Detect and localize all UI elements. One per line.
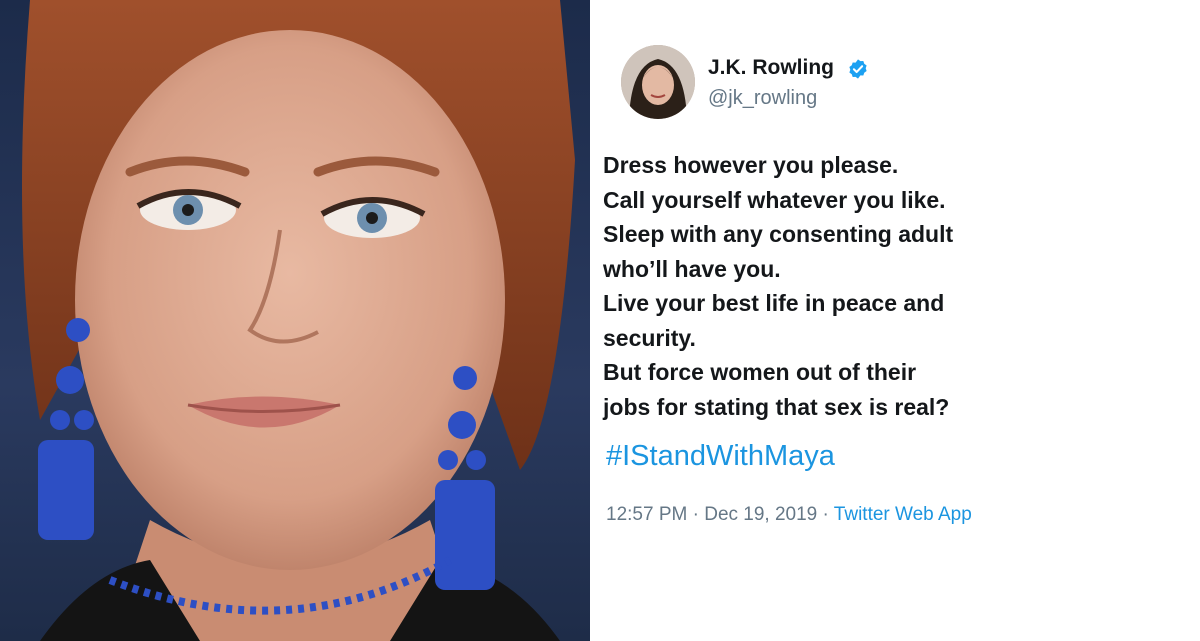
portrait-photo: [0, 0, 590, 641]
portrait-illustration: [22, 0, 575, 641]
meta-separator: ·: [692, 504, 699, 525]
tweet-line: who’ll have you.: [603, 255, 781, 282]
tweet-line: Live your best life in peace and: [603, 290, 945, 316]
tweet-metadata: 12:57 PM · Dec 19, 2019 · Twitter Web Ap…: [606, 504, 972, 526]
tweet-text: Dress however you please. Call yourself …: [603, 148, 1183, 424]
tweet-line: security.: [603, 324, 696, 351]
tweet-line: Dress however you please.: [603, 152, 899, 178]
avatar-image: [621, 45, 695, 119]
tweet-line: Call yourself whatever you like.: [603, 186, 946, 213]
tweet-line: But force women out of their: [603, 359, 917, 385]
tweet-time[interactable]: 12:57 PM: [606, 504, 687, 525]
author-handle[interactable]: @jk_rowling: [708, 87, 817, 110]
tweet-card: J.K. Rowling @jk_rowling Dress however y…: [590, 0, 1200, 641]
tweet-source-link[interactable]: Twitter Web App: [834, 504, 972, 525]
meta-separator: ·: [822, 504, 829, 525]
avatar[interactable]: [621, 45, 695, 119]
hashtag-link[interactable]: #IStandWithMaya: [606, 440, 835, 473]
verified-badge-icon: [847, 58, 869, 80]
tweet-line: Sleep with any consenting adult: [603, 221, 954, 247]
tweet-line: jobs for stating that sex is real?: [603, 393, 950, 420]
tweet-date[interactable]: Dec 19, 2019: [704, 504, 817, 525]
author-name[interactable]: J.K. Rowling: [708, 56, 834, 80]
